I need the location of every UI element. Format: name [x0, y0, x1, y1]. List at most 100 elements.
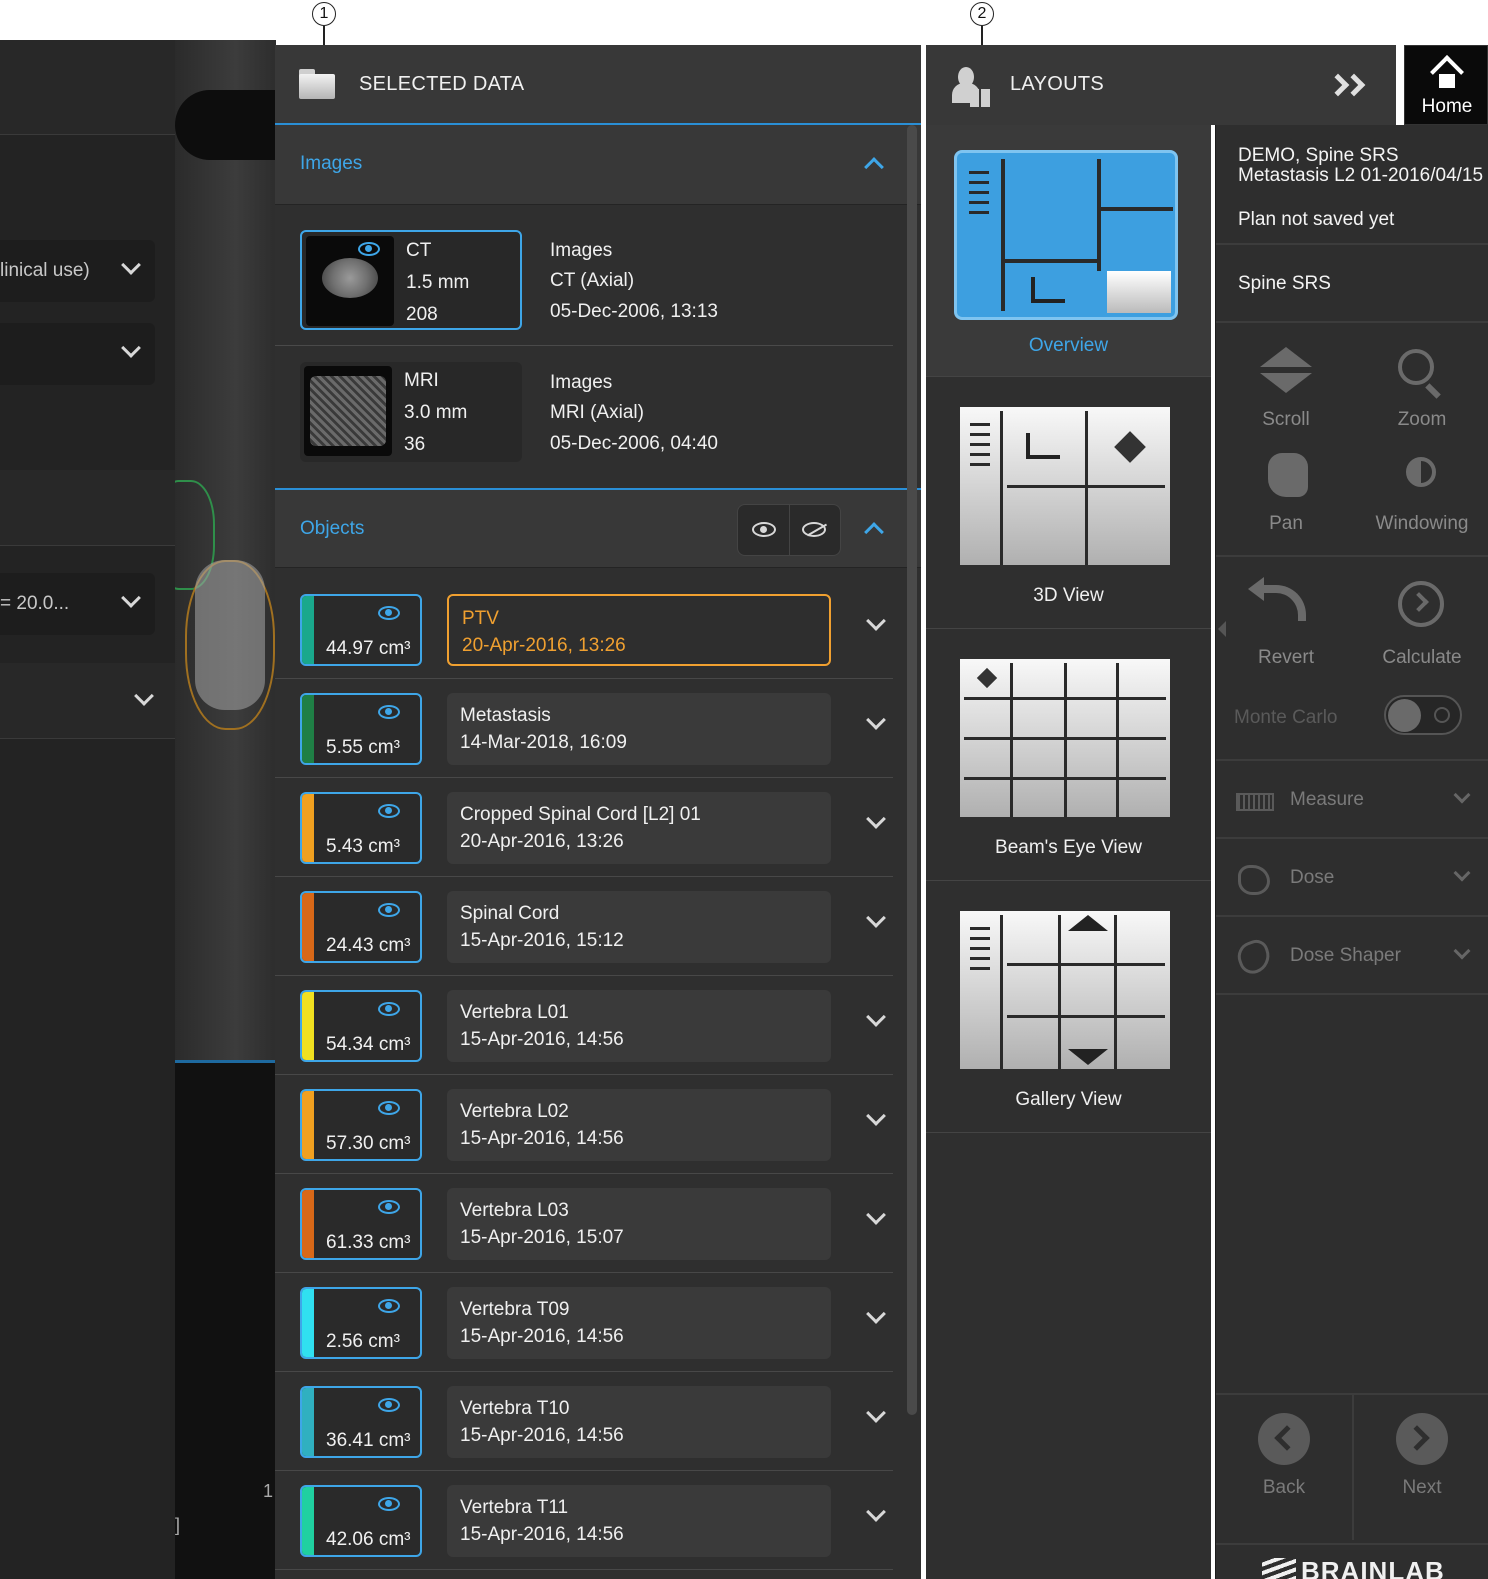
next-label: Next: [1402, 1477, 1442, 1498]
left-panel-collapsed-section[interactable]: [0, 663, 175, 739]
revert-button[interactable]: Revert: [1226, 577, 1346, 671]
object-name-card[interactable]: Vertebra T10 15-Apr-2016, 14:56: [447, 1386, 831, 1458]
monte-carlo-toggle[interactable]: [1384, 695, 1462, 735]
windowing-tool[interactable]: Windowing: [1362, 447, 1482, 537]
object-volume-card[interactable]: 61.33 cm³: [300, 1188, 422, 1260]
chevron-down-icon[interactable]: [866, 908, 886, 928]
object-volume-card[interactable]: 36.41 cm³: [300, 1386, 422, 1458]
object-row[interactable]: 61.33 cm³ Vertebra L03 15-Apr-2016, 15:07: [275, 1174, 905, 1273]
double-chevron-right-icon[interactable]: [1326, 69, 1370, 103]
image-card-ct[interactable]: CT 1.5 mm 208: [300, 230, 522, 330]
eye-icon[interactable]: [378, 903, 400, 917]
measure-accordion[interactable]: Measure: [1216, 763, 1488, 839]
eye-icon[interactable]: [378, 1200, 400, 1214]
left-panel-header: [0, 40, 175, 135]
eye-icon[interactable]: [378, 1002, 400, 1016]
eye-icon[interactable]: [378, 1101, 400, 1115]
ct-image-view[interactable]: [175, 40, 276, 1060]
pan-tool[interactable]: Pan: [1226, 447, 1346, 537]
eye-icon[interactable]: [378, 705, 400, 719]
object-name-card[interactable]: Vertebra T11 15-Apr-2016, 14:56: [447, 1485, 831, 1557]
eye-icon[interactable]: [378, 1398, 400, 1412]
image-description: CT (Axial): [550, 270, 635, 291]
object-row[interactable]: 36.41 cm³ Vertebra T10 15-Apr-2016, 14:56: [275, 1372, 905, 1471]
dose-accordion[interactable]: Dose: [1216, 841, 1488, 917]
chevron-down-icon[interactable]: [866, 611, 886, 631]
images-section-header[interactable]: Images: [275, 125, 921, 205]
collapse-left-icon[interactable]: [1218, 621, 1226, 637]
object-row[interactable]: 57.30 cm³ Vertebra L02 15-Apr-2016, 14:56: [275, 1075, 905, 1174]
object-row[interactable]: 2.56 cm³ Vertebra T09 15-Apr-2016, 14:56: [275, 1273, 905, 1372]
object-row[interactable]: 5.43 cm³ Cropped Spinal Cord [L2] 01 20-Ap…: [275, 778, 905, 877]
scroll-tool[interactable]: Scroll: [1226, 345, 1346, 435]
object-name-card[interactable]: Vertebra L01 15-Apr-2016, 14:56: [447, 990, 831, 1062]
show-all-eye-icon[interactable]: [752, 522, 776, 537]
object-date: 20-Apr-2016, 13:26: [462, 635, 626, 656]
home-button[interactable]: Home: [1404, 45, 1488, 125]
object-volume: 44.97 cm³: [326, 638, 411, 659]
chevron-up-icon[interactable]: [864, 157, 884, 177]
object-row[interactable]: 5.55 cm³ Metastasis 14-Mar-2018, 16:09: [275, 679, 905, 778]
left-dropdown-2[interactable]: [0, 323, 155, 385]
chevron-down-icon[interactable]: [866, 1304, 886, 1324]
scrollbar[interactable]: [907, 125, 917, 1415]
chevron-down-icon[interactable]: [866, 710, 886, 730]
object-color-swatch: [302, 794, 314, 862]
zoom-tool[interactable]: Zoom: [1362, 345, 1482, 435]
object-name-card[interactable]: Vertebra L03 15-Apr-2016, 15:07: [447, 1188, 831, 1260]
layout-3d-view[interactable]: 3D View: [926, 377, 1211, 629]
object-name-card[interactable]: Cropped Spinal Cord [L2] 01 20-Apr-2016, …: [447, 792, 831, 864]
object-name-card[interactable]: PTV 20-Apr-2016, 13:26: [447, 594, 831, 666]
image-card-mri[interactable]: MRI 3.0 mm 36: [300, 362, 522, 462]
dose-shaper-accordion[interactable]: Dose Shaper: [1216, 919, 1488, 995]
calculate-button[interactable]: Calculate: [1362, 577, 1482, 671]
chevron-down-icon[interactable]: [866, 1502, 886, 1522]
left-dropdown-3[interactable]: = 20.0...: [0, 573, 155, 635]
object-name-card[interactable]: Spinal Cord 15-Apr-2016, 15:12: [447, 891, 831, 963]
object-volume-card[interactable]: 42.06 cm³: [300, 1485, 422, 1557]
chevron-down-icon[interactable]: [866, 1205, 886, 1225]
object-volume: 57.30 cm³: [326, 1133, 411, 1154]
chevron-down-icon[interactable]: [866, 1106, 886, 1126]
object-volume-card[interactable]: 24.43 cm³: [300, 891, 422, 963]
layout-beams-eye-view[interactable]: Beam's Eye View: [926, 629, 1211, 881]
left-dropdown-1[interactable]: linical use): [0, 240, 155, 302]
chevron-up-icon[interactable]: [864, 522, 884, 542]
eye-icon[interactable]: [378, 1497, 400, 1511]
object-row[interactable]: 42.06 cm³ Vertebra T11 15-Apr-2016, 14:56: [275, 1471, 905, 1570]
object-volume-card[interactable]: 44.97 cm³: [300, 594, 422, 666]
objects-section-header[interactable]: Objects: [275, 488, 921, 568]
back-button[interactable]: Back: [1216, 1395, 1352, 1540]
object-row[interactable]: 54.34 cm³ Vertebra L01 15-Apr-2016, 14:56: [275, 976, 905, 1075]
object-volume-card[interactable]: 2.56 cm³: [300, 1287, 422, 1359]
chevron-down-icon[interactable]: [866, 1007, 886, 1027]
image-row-mri[interactable]: MRI 3.0 mm 36 Images MRI (Axial) 05-Dec-…: [300, 362, 890, 462]
object-color-swatch: [302, 1388, 314, 1456]
eye-icon[interactable]: [378, 804, 400, 818]
layout-overview[interactable]: Overview: [926, 125, 1211, 377]
object-name: Vertebra L02: [460, 1101, 569, 1122]
object-row[interactable]: 44.97 cm³ PTV 20-Apr-2016, 13:26: [275, 580, 905, 679]
image-row-ct[interactable]: CT 1.5 mm 208 Images CT (Axial) 05-Dec-2…: [300, 230, 890, 330]
hide-all-eye-icon[interactable]: [802, 522, 826, 537]
object-name-card[interactable]: Metastasis 14-Mar-2018, 16:09: [447, 693, 831, 765]
chevron-down-icon[interactable]: [866, 809, 886, 829]
chevron-down-icon[interactable]: [866, 1403, 886, 1423]
chevron-down-icon: [1453, 942, 1471, 960]
eye-icon[interactable]: [378, 1299, 400, 1313]
object-volume-card[interactable]: 54.34 cm³: [300, 990, 422, 1062]
object-name-card[interactable]: Vertebra L02 15-Apr-2016, 14:56: [447, 1089, 831, 1161]
object-volume-card[interactable]: 57.30 cm³: [300, 1089, 422, 1161]
image-date: 05-Dec-2006, 04:40: [550, 433, 718, 454]
object-volume-card[interactable]: 5.55 cm³: [300, 693, 422, 765]
next-button[interactable]: Next: [1354, 1395, 1488, 1540]
eye-icon[interactable]: [378, 606, 400, 620]
layout-gallery-view[interactable]: Gallery View: [926, 881, 1211, 1133]
object-volume-card[interactable]: 5.43 cm³: [300, 792, 422, 864]
image-slice-thickness: 3.0 mm: [404, 402, 468, 423]
object-name-card[interactable]: Vertebra T09 15-Apr-2016, 14:56: [447, 1287, 831, 1359]
object-row[interactable]: 24.43 cm³ Spinal Cord 15-Apr-2016, 15:12: [275, 877, 905, 976]
lower-view[interactable]: 1 ]: [175, 1060, 276, 1579]
object-name: Vertebra L03: [460, 1200, 569, 1221]
eye-icon[interactable]: [358, 242, 380, 256]
